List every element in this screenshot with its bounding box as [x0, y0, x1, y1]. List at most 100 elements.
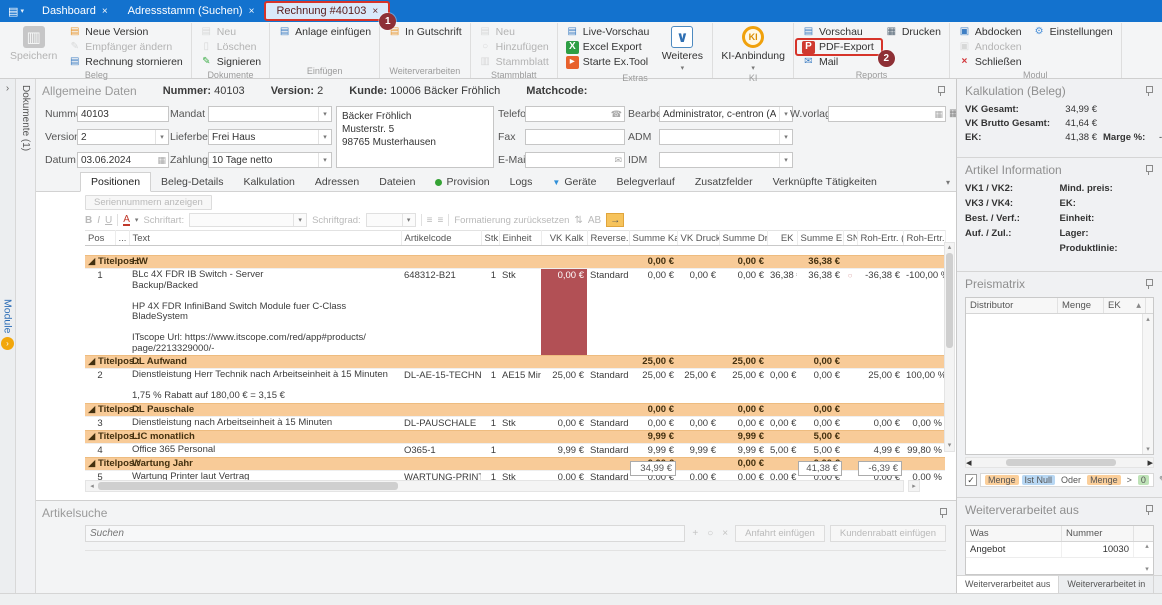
tab-provision[interactable]: Provision — [425, 173, 499, 191]
neue-version-button[interactable]: ▤Neue Version — [65, 25, 185, 39]
fax-input[interactable] — [526, 132, 624, 143]
tab-zusatzfelder[interactable]: Zusatzfelder — [685, 173, 763, 191]
signieren-button[interactable]: ✎Signieren — [197, 55, 264, 69]
pin-icon[interactable] — [1145, 505, 1154, 515]
scroll-up-icon[interactable]: ▴ — [1145, 542, 1149, 550]
weiterverarbeitet-table[interactable]: WasNummer Angebot10030 ▴ ▾ — [965, 525, 1154, 575]
chevron-down-icon[interactable]: ▾ — [779, 130, 792, 144]
chevron-down-icon[interactable]: ▾ — [779, 153, 792, 167]
scroll-right-icon[interactable]: ▸ — [1147, 456, 1153, 469]
tab-verkn-pfte-t-tigkeiten[interactable]: Verknüpfte Tätigkeiten — [763, 173, 887, 191]
idm-input[interactable] — [660, 155, 779, 166]
edit-filter-icon[interactable]: ✎ — [1157, 475, 1162, 486]
vertical-scrollbar[interactable]: ▴ ▾ — [1142, 314, 1153, 454]
spellcheck-icon[interactable]: AB — [588, 215, 601, 226]
tab-beleg-details[interactable]: Beleg-Details — [151, 173, 233, 191]
tab-logs[interactable]: Logs — [500, 173, 543, 191]
tab-kalkulation[interactable]: Kalkulation — [234, 173, 305, 191]
chevron-down-icon[interactable]: ▾ — [402, 214, 415, 226]
position-row-2[interactable]: 2Dienstleistung Herr Technik nach Arbeit… — [85, 369, 945, 404]
window-tab-dashboard[interactable]: Dashboard× — [32, 0, 118, 22]
scroll-thumb[interactable] — [946, 253, 953, 348]
filter-checkbox[interactable]: ✓ — [965, 474, 977, 486]
schlie-en-button[interactable]: ×Schließen — [955, 55, 1025, 69]
jump-to-position-button[interactable]: → — [606, 213, 624, 227]
sidebar-tab-module[interactable]: Module › — [0, 299, 15, 350]
pin-icon[interactable] — [1145, 86, 1154, 96]
filter-chip-oder[interactable]: Oder — [1058, 475, 1084, 485]
filter-chip-[interactable]: > — [1124, 475, 1135, 485]
live-vorschau-button[interactable]: ▤Live-Vorschau — [563, 25, 653, 39]
column-header-sek[interactable]: Summe EK — [797, 231, 843, 246]
weiteres-button[interactable]: ∨Weiteres▾ — [657, 24, 707, 72]
numbered-list-icon[interactable]: ≡ — [427, 215, 433, 226]
column-header-text[interactable]: Text — [129, 231, 401, 246]
column-header-was[interactable]: Was — [966, 526, 1062, 541]
chevron-down-icon[interactable]: ▾ — [318, 153, 331, 167]
excel-export-button[interactable]: XExcel Export — [563, 40, 653, 54]
artikel-search-input[interactable] — [86, 528, 684, 539]
group-row-lic-monatlich[interactable]: ◢ Titelpos.:LIC monatlich9,99 €9,99 €5,0… — [85, 430, 945, 443]
version-input[interactable] — [78, 132, 155, 143]
line-spacing-icon[interactable]: ⇅ — [574, 215, 582, 226]
font-color-button[interactable]: A — [123, 215, 130, 226]
font-size-combo[interactable]: ▾ — [366, 213, 416, 227]
column-header-artikelcode[interactable]: Artikelcode — [401, 231, 481, 246]
chevron-down-icon[interactable]: ▾ — [155, 130, 168, 144]
underline-button[interactable]: U — [105, 215, 112, 226]
close-icon[interactable]: × — [249, 6, 255, 17]
column-header-rohp[interactable]: Roh-Ertr. (p... — [857, 231, 903, 246]
calendar-icon[interactable]: ▦ — [157, 155, 168, 166]
window-tab-adressstamm-suchen[interactable]: Adressstamm (Suchen)× — [118, 0, 265, 22]
sidebar-tab-dokumente[interactable]: Dokumente (1) — [16, 79, 36, 593]
search-icon[interactable]: ○ — [705, 528, 715, 539]
scroll-left-icon[interactable]: ◂ — [86, 482, 98, 490]
filter-chip-menge[interactable]: Menge — [1087, 475, 1121, 485]
position-row-1[interactable]: 1BLc 4X FDR IB Switch - ServerBackup/Bac… — [85, 269, 945, 356]
seriennummern-anzeigen-button[interactable]: Seriennummern anzeigen — [85, 195, 212, 210]
drucken-button[interactable]: ▦Drucken — [882, 25, 944, 39]
zahlungsk-input[interactable] — [209, 155, 318, 166]
column-header-sdruck[interactable]: Summe Druck — [719, 231, 767, 246]
e-mail-input[interactable] — [526, 155, 614, 166]
telefon-input[interactable] — [526, 109, 611, 120]
scroll-down-icon[interactable]: ▾ — [1145, 565, 1149, 573]
rechnung-stornieren-button[interactable]: ▤Rechnung stornieren — [65, 55, 185, 69]
column-header-reverse[interactable]: Reverse... — [587, 231, 629, 246]
in-gutschrift-button[interactable]: ▤In Gutschrift — [385, 25, 465, 39]
position-row-3[interactable]: 3Dienstleistung nach Arbeitseinheit à 15… — [85, 416, 945, 430]
column-header-stk[interactable]: Stk. — [481, 231, 499, 246]
w-vorlage-input[interactable] — [829, 109, 934, 120]
tab-positionen[interactable]: Positionen — [80, 172, 151, 192]
lieferbed-input[interactable] — [209, 132, 318, 143]
anlage-einf-gen-button[interactable]: ▤Anlage einfügen — [275, 25, 374, 39]
vorschau-button[interactable]: ▤Vorschau — [799, 25, 877, 39]
datum-input[interactable] — [78, 155, 157, 166]
add-icon[interactable]: + — [690, 528, 700, 539]
column-header-pos[interactable]: Pos — [85, 231, 115, 246]
filter-chip-menge[interactable]: Menge — [985, 475, 1019, 485]
clear-icon[interactable]: × — [720, 528, 730, 539]
table-row[interactable]: Angebot10030 — [966, 542, 1153, 558]
pin-icon[interactable] — [939, 508, 948, 518]
filter-expression[interactable]: MengeIst NullOderMenge>0 — [980, 473, 1154, 487]
pin-icon[interactable] — [1145, 279, 1154, 289]
chevron-down-icon[interactable]: ▾ — [293, 214, 306, 226]
scroll-thumb[interactable] — [98, 482, 398, 490]
pin-icon[interactable] — [1145, 165, 1154, 175]
scroll-up-icon[interactable]: ▴ — [948, 243, 952, 253]
column-header-sn[interactable]: SN — [843, 231, 857, 246]
column-header-rohpct[interactable]: Roh-Ertr. % — [903, 231, 945, 246]
group-row-dl-pauschale[interactable]: ◢ Titelpos.:DL Pauschale0,00 €0,00 €0,00… — [85, 403, 945, 416]
horizontal-scrollbar[interactable]: ◂ ▸ — [965, 457, 1154, 468]
group-row-dl-aufwand[interactable]: ◢ Titelpos.:DL Aufwand25,00 €25,00 €0,00… — [85, 356, 945, 369]
position-row-4[interactable]: 4Office 365 PersonalO365-119,99 €Standar… — [85, 443, 945, 457]
group-row-hw[interactable]: ◢ Titelpos.:HW0,00 €0,00 €36,38 € — [85, 256, 945, 269]
app-menu-icon[interactable]: ▤▾ — [0, 0, 32, 22]
column-header-dots[interactable]: ... — [115, 231, 129, 246]
mail-button[interactable]: ✉Mail — [799, 55, 877, 69]
filter-chip-0[interactable]: 0 — [1138, 475, 1149, 485]
close-icon[interactable]: × — [102, 6, 108, 17]
chevron-down-icon[interactable]: ▾ — [135, 216, 139, 224]
font-family-combo[interactable]: ▾ — [189, 213, 307, 227]
